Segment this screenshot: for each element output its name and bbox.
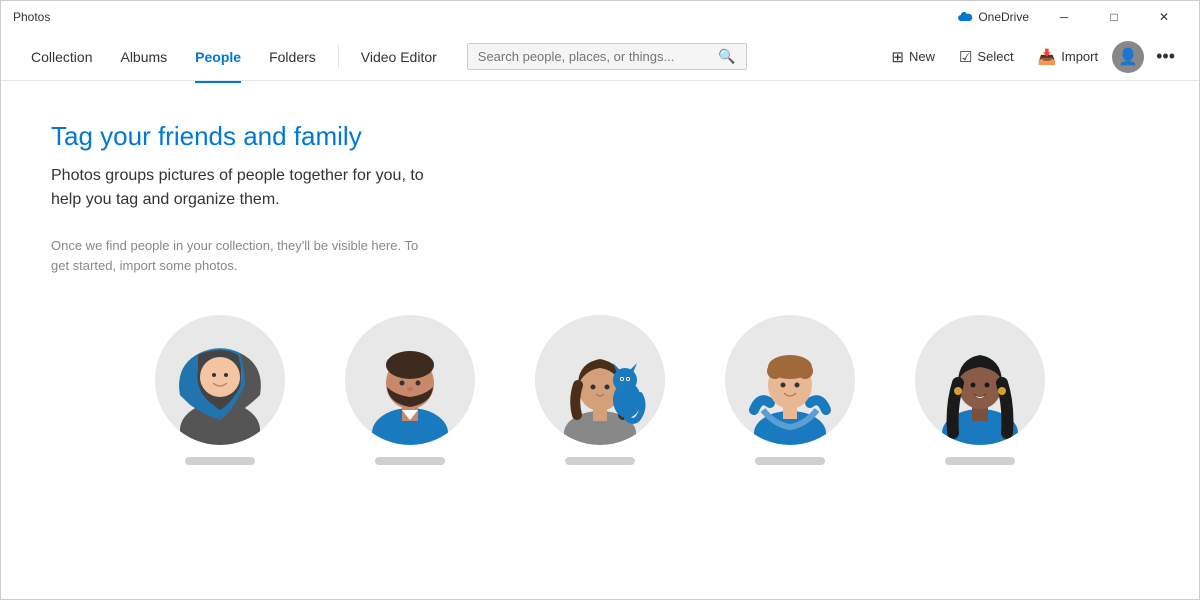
nav-divider [338, 45, 339, 69]
sub-description: Once we find people in your collection, … [51, 236, 431, 275]
avatar-item-5 [915, 315, 1045, 465]
avatar-label-4 [755, 457, 825, 465]
avatar-item-4 [725, 315, 855, 465]
avatars-row [51, 315, 1149, 465]
avatar-boy-svg [725, 315, 855, 445]
cloud-icon [957, 11, 973, 23]
maximize-button[interactable]: □ [1091, 1, 1137, 33]
minimize-button[interactable]: ─ [1041, 1, 1087, 33]
avatar-circle-3 [535, 315, 665, 445]
avatar-label-3 [565, 457, 635, 465]
avatar-circle-1 [155, 315, 285, 445]
account-button[interactable]: 👤 [1112, 41, 1144, 73]
nav-item-people[interactable]: People [181, 45, 255, 69]
avatar-label-5 [945, 457, 1015, 465]
onedrive-button[interactable]: OneDrive [957, 10, 1029, 24]
main-content: Tag your friends and family Photos group… [1, 81, 1199, 485]
nav-items: Collection Albums People Folders Video E… [17, 45, 451, 69]
avatar-bearded-svg [345, 315, 475, 445]
titlebar: Photos OneDrive ─ □ ✕ [1, 1, 1199, 33]
close-button[interactable]: ✕ [1141, 1, 1187, 33]
import-button[interactable]: 📥 Import [1028, 43, 1109, 71]
avatar-item-2 [345, 315, 475, 465]
toolbar-right: ⊞ New ☑ Select 📥 Import 👤 ••• [881, 41, 1183, 73]
avatar-item-3 [535, 315, 665, 465]
main-description: Photos groups pictures of people togethe… [51, 164, 431, 212]
select-icon: ☑ [959, 48, 972, 66]
new-icon: ⊞ [891, 48, 904, 66]
titlebar-controls: OneDrive ─ □ ✕ [957, 1, 1187, 33]
avatar-item-1 [155, 315, 285, 465]
avatar-label-1 [185, 457, 255, 465]
avatar-cat-svg [535, 315, 665, 445]
more-button[interactable]: ••• [1148, 41, 1183, 72]
search-icon: 🔍 [718, 48, 735, 65]
avatar-label-2 [375, 457, 445, 465]
search-input[interactable] [478, 49, 719, 64]
import-icon: 📥 [1038, 48, 1057, 66]
nav-item-video-editor[interactable]: Video Editor [347, 45, 451, 69]
nav-item-collection[interactable]: Collection [17, 45, 106, 69]
nav-item-albums[interactable]: Albums [106, 45, 181, 69]
app-title: Photos [13, 10, 50, 24]
avatar-circle-4 [725, 315, 855, 445]
avatar-woman-svg [915, 315, 1045, 445]
new-button[interactable]: ⊞ New [881, 43, 945, 71]
select-button[interactable]: ☑ Select [949, 43, 1024, 71]
nav-item-folders[interactable]: Folders [255, 45, 330, 69]
account-icon: 👤 [1118, 47, 1138, 67]
main-heading: Tag your friends and family [51, 121, 1149, 152]
avatar-circle-2 [345, 315, 475, 445]
search-bar[interactable]: 🔍 [467, 43, 747, 70]
avatar-hijab-svg [155, 315, 285, 445]
navbar: Collection Albums People Folders Video E… [1, 33, 1199, 81]
avatar-circle-5 [915, 315, 1045, 445]
